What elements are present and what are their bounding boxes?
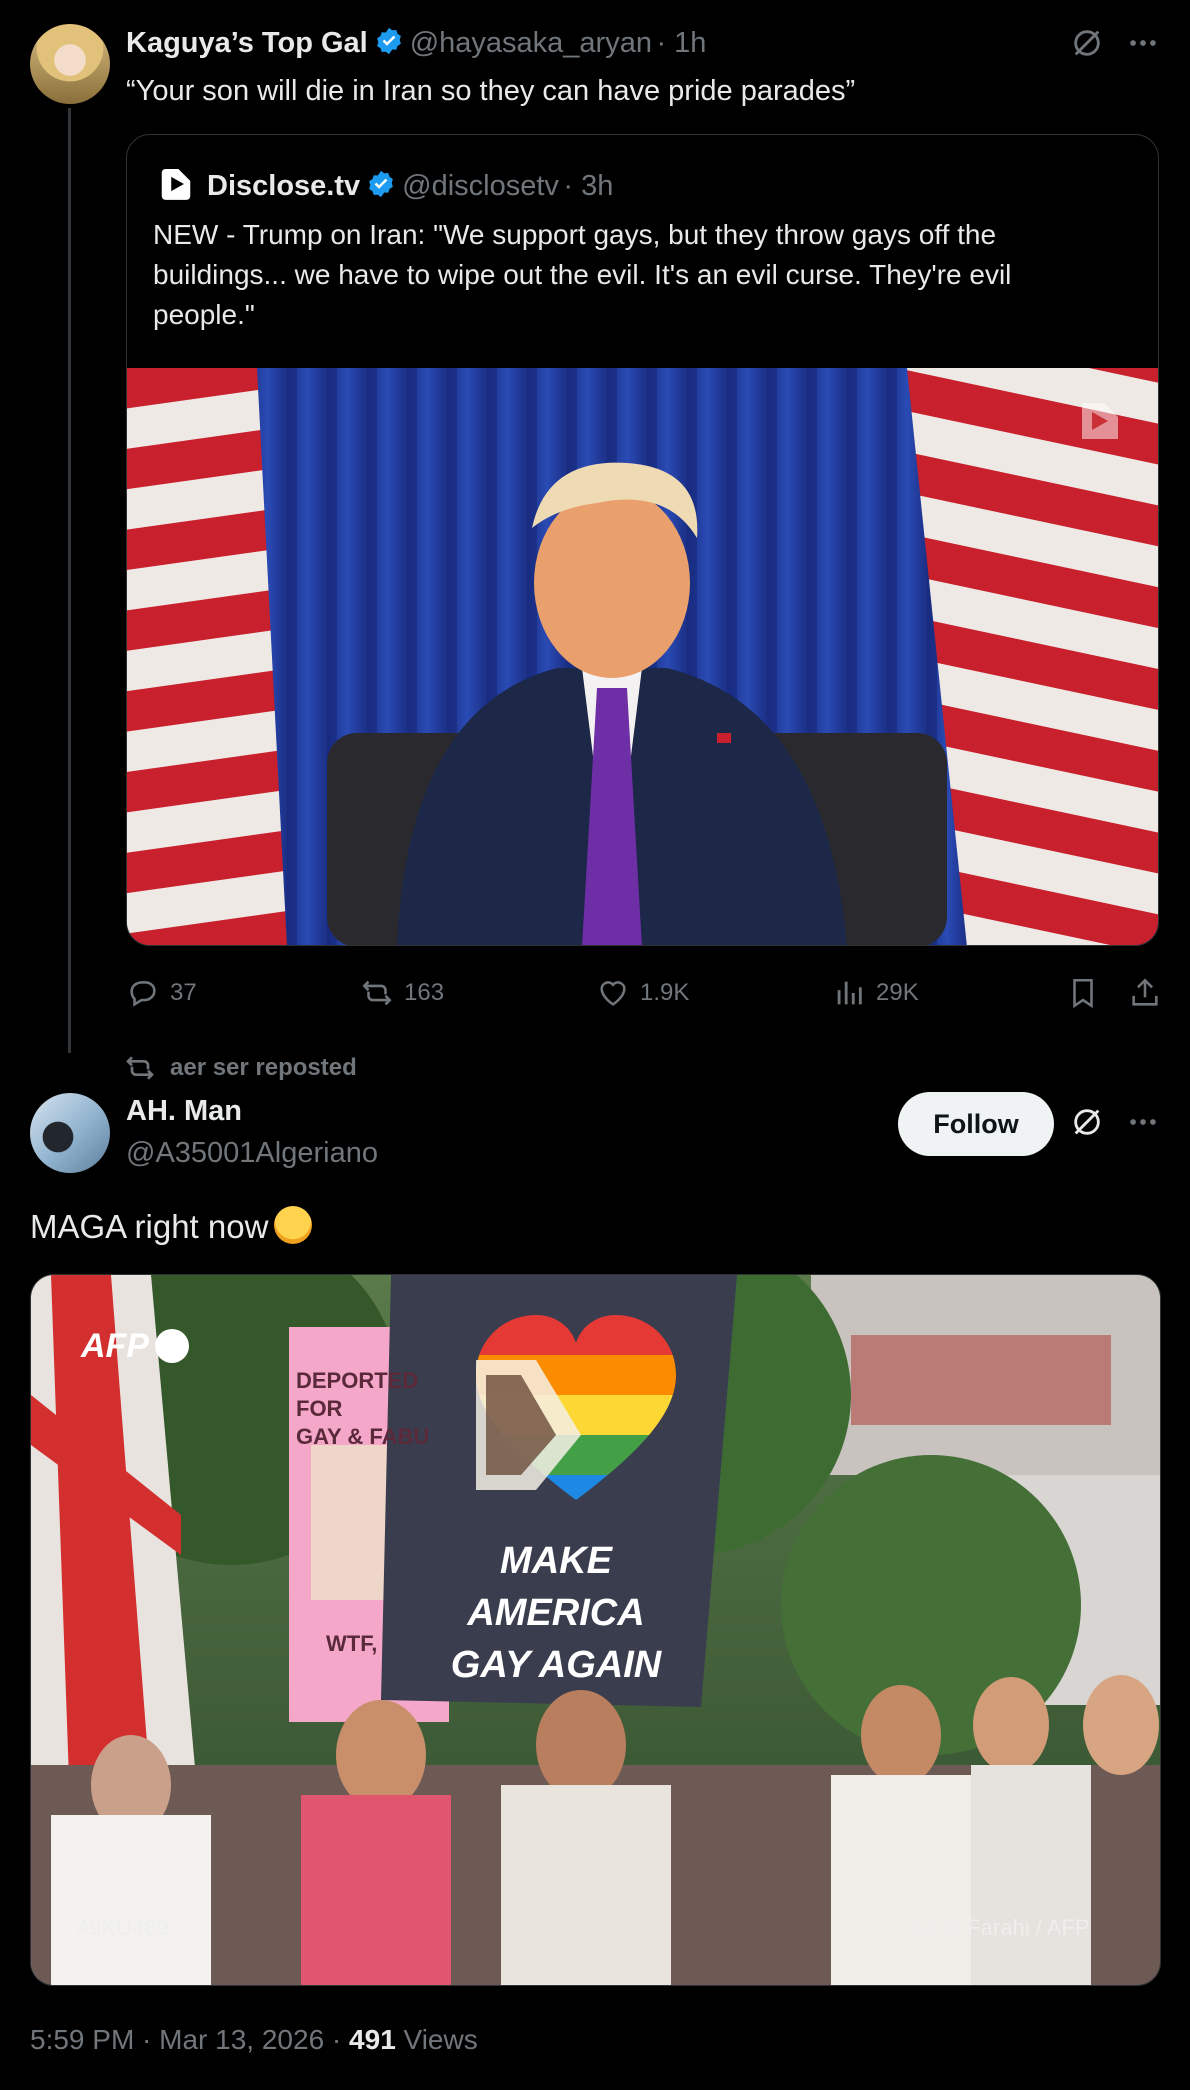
handle[interactable]: @A35001Algeriano xyxy=(126,1137,378,1170)
views-button[interactable]: 29K xyxy=(832,976,919,1010)
quote-tweet-card[interactable]: Disclose.tv @disclosetv · 3h NEW - Trump … xyxy=(126,134,1159,946)
analytics-icon xyxy=(837,981,862,1005)
views-count: 29K xyxy=(876,979,919,1006)
tweet-text: “Your son will die in Iran so they can h… xyxy=(126,75,856,107)
pink-sign-footer: WTF, xyxy=(326,1631,378,1656)
bookmark-button[interactable] xyxy=(1066,976,1100,1010)
share-button[interactable] xyxy=(1128,976,1162,1010)
reply-count: 37 xyxy=(170,979,197,1006)
reply-icon xyxy=(130,981,156,1007)
more-icon[interactable] xyxy=(1126,1105,1160,1144)
heart-icon xyxy=(600,981,626,1006)
sign-slogan: MAKE AMERICA GAY AGAIN xyxy=(450,1540,662,1686)
grok-icon[interactable] xyxy=(1070,26,1104,65)
display-name[interactable]: Kaguya’s Top Gal xyxy=(126,27,368,59)
quote-handle[interactable]: @disclosetv xyxy=(402,170,559,202)
repost-label: aer ser reposted xyxy=(170,1054,357,1081)
rolling-laughing-emoji-icon xyxy=(274,1206,313,1244)
repost-icon xyxy=(126,1056,154,1080)
afp-logo: AFP xyxy=(81,1327,189,1366)
share-icon xyxy=(1132,978,1158,1006)
quote-timestamp[interactable]: · 3h xyxy=(563,170,613,202)
post-views-count: 491 xyxy=(349,2024,396,2055)
timestamp[interactable]: · 1h xyxy=(656,27,706,59)
more-icon[interactable] xyxy=(1126,26,1160,65)
verified-badge-icon xyxy=(366,169,396,204)
grok-icon[interactable] xyxy=(1070,1105,1104,1144)
disclose-logo-icon xyxy=(157,165,195,203)
repost-indicator[interactable]: aer ser reposted xyxy=(124,1052,357,1084)
repost-button[interactable]: 163 xyxy=(360,976,444,1010)
avatar[interactable] xyxy=(30,1093,110,1173)
quote-text: NEW - Trump on Iran: "We support gays, b… xyxy=(153,219,1012,330)
pink-sign-text: DEPORTED FOR GAY & FABU xyxy=(296,1368,430,1449)
avatar[interactable] xyxy=(30,24,110,104)
verified-badge-icon xyxy=(374,26,404,61)
bookmark-icon xyxy=(1073,978,1093,1009)
display-name[interactable]: AH. Man xyxy=(126,1095,242,1128)
photo-credit: Amid Farahi / AFP xyxy=(911,1915,1090,1940)
quote-display-name[interactable]: Disclose.tv xyxy=(207,170,360,202)
tweet-text: MAGA right now xyxy=(30,1206,313,1246)
tweet-text-body: MAGA right now xyxy=(30,1208,269,1245)
repost-count: 163 xyxy=(404,979,445,1006)
views-label: Views xyxy=(395,2024,478,2055)
handle[interactable]: @hayasaka_aryan xyxy=(410,27,652,59)
tweet-photo[interactable]: AFP DEPORTED FOR GAY & FABU WTF, MAKE AM… xyxy=(30,1274,1161,1986)
reply-button[interactable]: 37 xyxy=(126,976,197,1010)
quote-video-thumbnail[interactable] xyxy=(127,368,1158,945)
thread-line xyxy=(68,108,71,1053)
image-id: 49KU489 xyxy=(77,1915,169,1940)
tweet-header: Kaguya’s Top Gal @hayasaka_aryan · 1h xyxy=(126,26,706,61)
like-count: 1.9K xyxy=(640,979,690,1006)
follow-button[interactable]: Follow xyxy=(898,1092,1054,1156)
like-button[interactable]: 1.9K xyxy=(596,976,689,1010)
quote-header: Disclose.tv @disclosetv · 3h xyxy=(157,165,613,204)
post-time[interactable]: 5:59 PM · Mar 13, 2026 · xyxy=(30,2024,349,2055)
tweet-timestamp: 5:59 PM · Mar 13, 2026 · 491 Views xyxy=(30,2024,478,2056)
repost-icon xyxy=(362,980,392,1006)
